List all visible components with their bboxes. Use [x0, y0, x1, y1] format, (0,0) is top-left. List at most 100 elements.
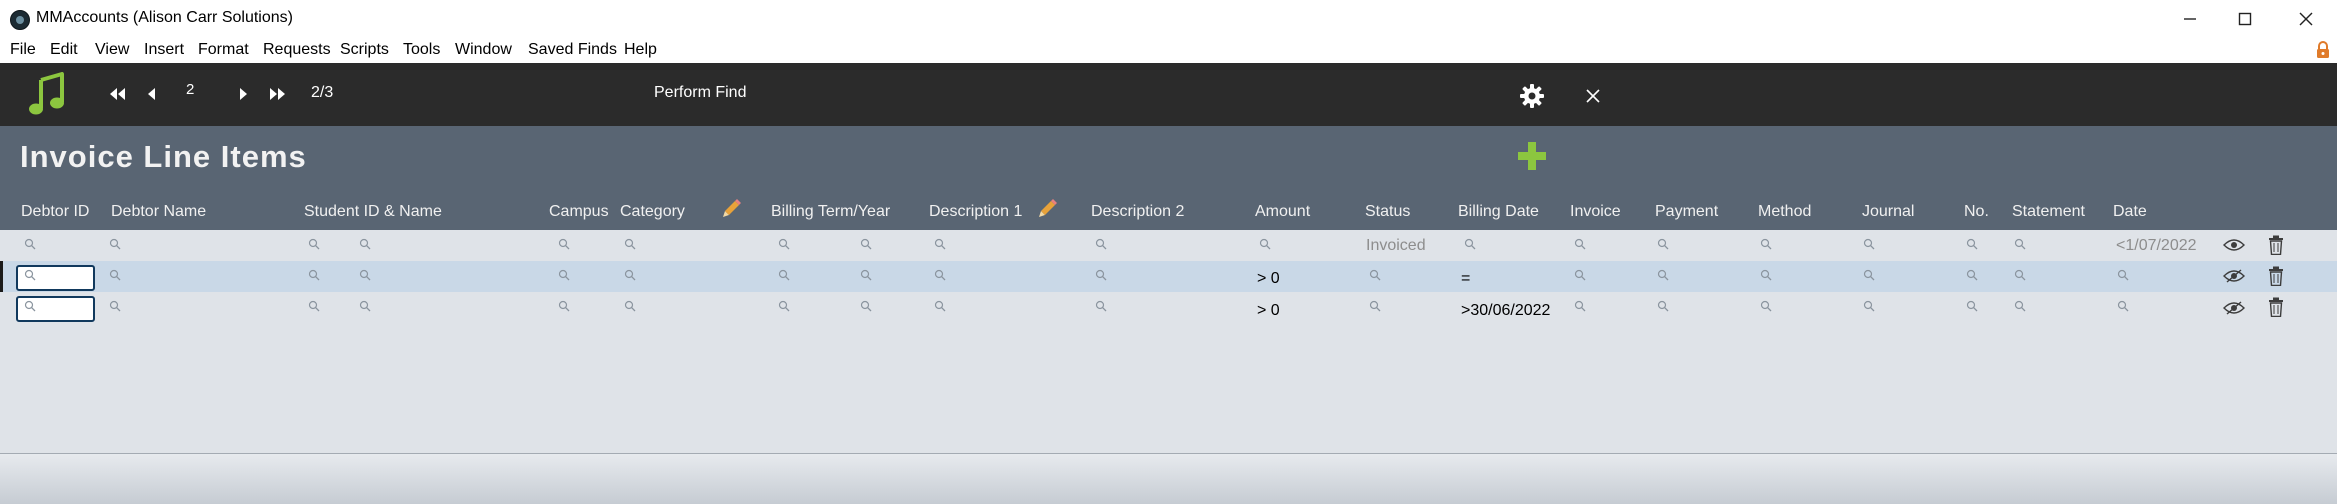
search-icon — [359, 269, 371, 281]
search-icon — [308, 238, 320, 250]
search-icon — [2014, 269, 2026, 281]
first-record-icon[interactable] — [104, 82, 132, 106]
search-icon — [1760, 238, 1772, 250]
search-icon — [1760, 300, 1772, 312]
find-request-row[interactable] — [0, 292, 2337, 323]
add-record-icon[interactable] — [1516, 140, 1548, 172]
search-icon — [624, 300, 636, 312]
menu-file[interactable]: File — [10, 41, 36, 59]
search-icon — [934, 300, 946, 312]
column-statement[interactable]: Statement — [2012, 203, 2085, 221]
menu-format[interactable]: Format — [198, 41, 249, 59]
window-title: MMAccounts (Alison Carr Solutions) — [36, 9, 293, 26]
menu-requests[interactable]: Requests — [263, 41, 331, 59]
column-date[interactable]: Date — [2113, 203, 2147, 221]
column-status[interactable]: Status — [1365, 203, 1410, 221]
amount-cell[interactable]: > 0 — [1257, 302, 1280, 320]
find-request-row[interactable] — [0, 230, 2337, 261]
maximize-icon[interactable] — [2218, 4, 2272, 34]
column-invoice[interactable]: Invoice — [1570, 203, 1621, 221]
column-debtor-id[interactable]: Debtor ID — [21, 203, 89, 221]
menu-edit[interactable]: Edit — [50, 41, 78, 59]
gear-icon[interactable] — [1518, 82, 1546, 110]
perform-find-button[interactable]: Perform Find — [654, 84, 746, 102]
column-method[interactable]: Method — [1758, 203, 1811, 221]
close-icon[interactable] — [2279, 4, 2333, 34]
search-icon — [1966, 300, 1978, 312]
search-icon — [308, 300, 320, 312]
search-icon — [1369, 300, 1381, 312]
page-title: Invoice Line Items — [20, 139, 307, 174]
omit-icon[interactable] — [2223, 269, 2245, 283]
menu-view[interactable]: View — [95, 41, 129, 59]
search-icon — [109, 238, 121, 250]
menu-tools[interactable]: Tools — [403, 41, 440, 59]
menu-help[interactable]: Help — [624, 41, 657, 59]
menu-saved-finds[interactable]: Saved Finds — [528, 41, 617, 59]
search-icon — [558, 238, 570, 250]
menu-window[interactable]: Window — [455, 41, 512, 59]
last-record-icon[interactable] — [263, 82, 291, 106]
column-billing-date[interactable]: Billing Date — [1458, 203, 1539, 221]
billing-date-cell[interactable]: = — [1461, 270, 1470, 288]
column-campus[interactable]: Campus — [549, 203, 609, 221]
column-description-1[interactable]: Description 1 — [929, 203, 1022, 221]
search-icon — [778, 238, 790, 250]
record-number[interactable]: 2 — [186, 81, 194, 98]
next-record-icon[interactable] — [229, 82, 257, 106]
search-icon — [1657, 269, 1669, 281]
column-amount[interactable]: Amount — [1255, 203, 1310, 221]
column-description-2[interactable]: Description 2 — [1091, 203, 1184, 221]
menu-bar: File Edit View Insert Format Requests Sc… — [0, 38, 2337, 63]
search-icon — [1863, 238, 1875, 250]
show-icon[interactable] — [2223, 238, 2245, 252]
menu-scripts[interactable]: Scripts — [340, 41, 389, 59]
trash-icon[interactable] — [2268, 266, 2284, 286]
search-icon — [1259, 238, 1271, 250]
search-icon — [1095, 238, 1107, 250]
omit-icon[interactable] — [2223, 301, 2245, 315]
record-count: 2/3 — [311, 84, 334, 101]
search-icon — [778, 269, 790, 281]
column-payment[interactable]: Payment — [1655, 203, 1718, 221]
trash-icon[interactable] — [2268, 235, 2284, 255]
search-icon — [1863, 300, 1875, 312]
column-category[interactable]: Category — [620, 203, 685, 221]
column-billing-term-year[interactable]: Billing Term/Year — [771, 203, 890, 221]
lock-icon[interactable] — [2313, 40, 2333, 60]
search-icon — [934, 238, 946, 250]
toolbar — [0, 63, 2337, 126]
trash-icon[interactable] — [2268, 297, 2284, 317]
column-journal[interactable]: Journal — [1862, 203, 1914, 221]
search-icon — [109, 300, 121, 312]
previous-record-icon[interactable] — [138, 82, 166, 106]
menu-insert[interactable]: Insert — [144, 41, 184, 59]
search-icon — [860, 238, 872, 250]
search-icon — [558, 300, 570, 312]
column-no[interactable]: No. — [1964, 203, 1989, 221]
minimize-icon[interactable] — [2163, 4, 2217, 34]
find-request-row[interactable] — [0, 261, 2337, 292]
date-cell[interactable]: <1/07/2022 — [2116, 237, 2197, 255]
column-student-id-name[interactable]: Student ID & Name — [304, 203, 442, 221]
search-icon — [1966, 238, 1978, 250]
search-icon — [1966, 269, 1978, 281]
music-note-icon[interactable] — [28, 72, 66, 118]
search-icon — [24, 269, 36, 281]
search-icon — [624, 269, 636, 281]
pencil-icon[interactable] — [1036, 196, 1058, 218]
title-bar: MMAccounts (Alison Carr Solutions) — [0, 0, 2337, 38]
search-icon — [2117, 269, 2129, 281]
billing-date-cell[interactable]: >30/06/2022 — [1461, 302, 1550, 320]
search-icon — [1369, 269, 1381, 281]
search-icon — [860, 269, 872, 281]
amount-cell[interactable]: > 0 — [1257, 270, 1280, 288]
close-find-icon[interactable] — [1581, 84, 1605, 108]
search-icon — [308, 269, 320, 281]
search-icon — [1574, 238, 1586, 250]
search-icon — [1657, 300, 1669, 312]
column-debtor-name[interactable]: Debtor Name — [111, 203, 206, 221]
pencil-icon[interactable] — [720, 196, 742, 218]
status-cell[interactable]: Invoiced — [1366, 237, 1426, 255]
search-icon — [1095, 300, 1107, 312]
